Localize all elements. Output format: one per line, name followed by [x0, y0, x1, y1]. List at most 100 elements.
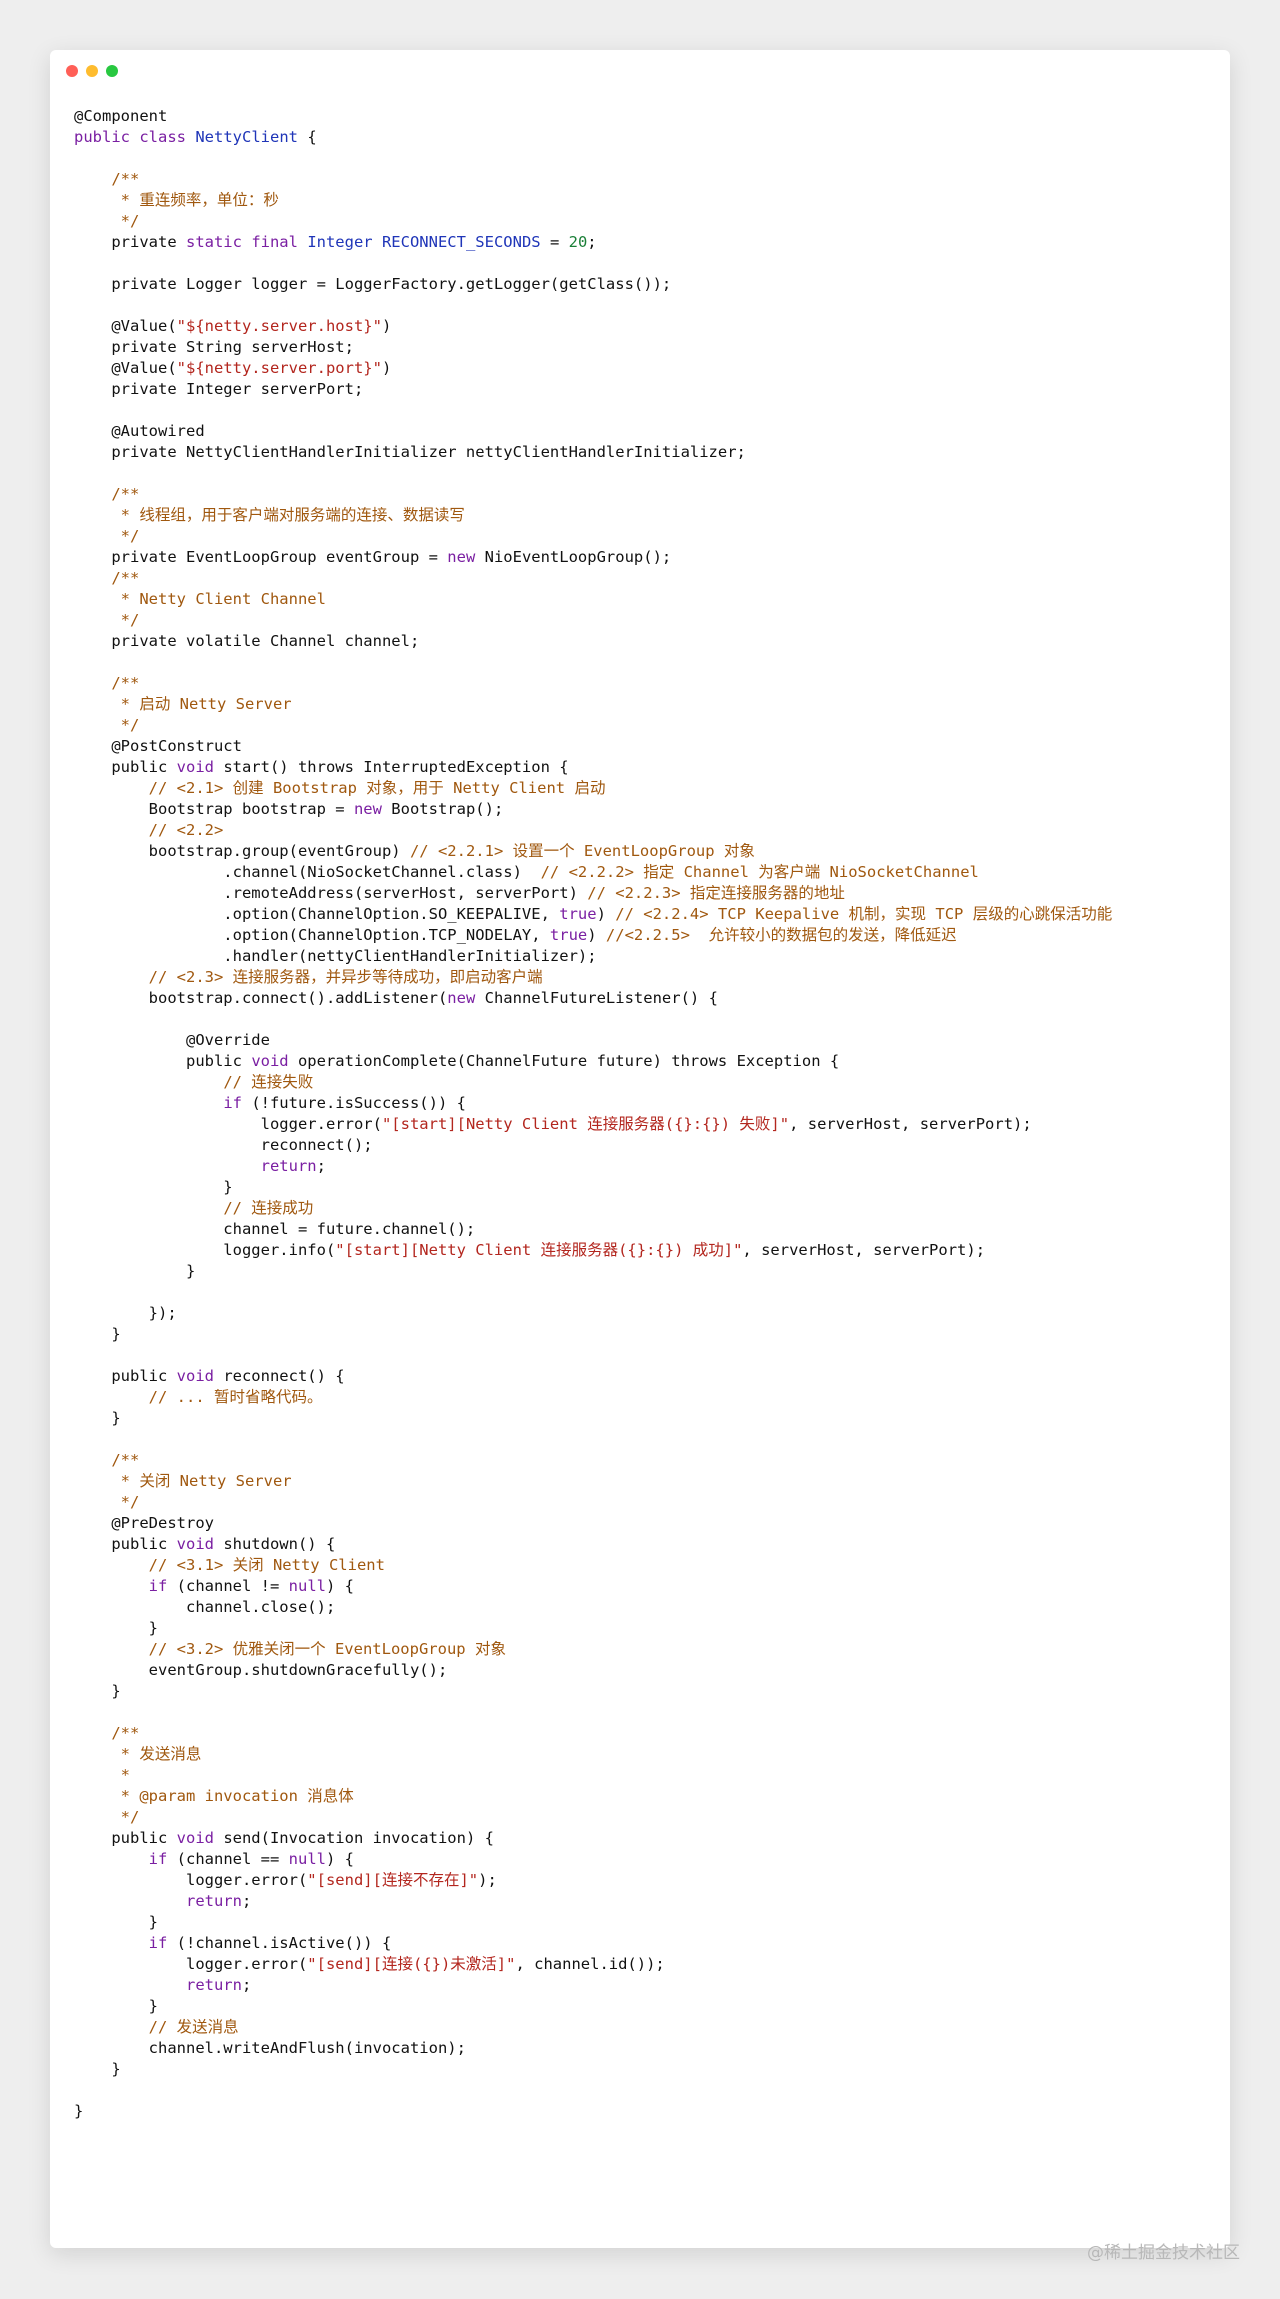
code-line: logger.error("[start][Netty Client 连接服务器… — [74, 1114, 1206, 1135]
code-token: @Value( — [74, 317, 177, 335]
code-token: ; — [241, 1892, 252, 1910]
code-token: return — [185, 1976, 242, 1994]
code-token: 20 — [568, 233, 588, 251]
code-line: } — [74, 1177, 1206, 1198]
code-line: // <2.2> — [74, 820, 1206, 841]
code-token: if — [148, 1850, 168, 1868]
code-token: @PreDestroy — [74, 1514, 214, 1532]
code-line: .option(ChannelOption.SO_KEEPALIVE, true… — [74, 904, 1206, 925]
code-token: (channel == — [167, 1850, 289, 1868]
code-token: public — [74, 128, 140, 146]
code-line: } — [74, 1324, 1206, 1345]
code-line: }); — [74, 1303, 1206, 1324]
code-line: } — [74, 1618, 1206, 1639]
code-token: NettyClient — [195, 128, 298, 146]
code-line: */ — [74, 1492, 1206, 1513]
code-token: } — [74, 1619, 158, 1637]
code-token: Bootstrap(); — [381, 800, 504, 818]
code-token: ; — [316, 1157, 326, 1175]
code-line: * Netty Client Channel — [74, 589, 1206, 610]
minimize-window-icon[interactable] — [86, 65, 98, 77]
code-token: return — [185, 1892, 242, 1910]
code-token: ; — [587, 233, 597, 251]
code-token: @PostConstruct — [74, 737, 242, 755]
code-token: null — [288, 1577, 326, 1595]
code-token: "${netty.server.host}" — [176, 317, 382, 335]
code-token: * 关闭 Netty Server — [74, 1472, 292, 1490]
code-token: //<2.2.5> 允许较小的数据包的发送，降低延迟 — [605, 926, 957, 944]
code-token: public — [74, 758, 177, 776]
code-token: // 发送消息 — [148, 2018, 239, 2036]
code-token: new — [353, 800, 382, 818]
code-token: // 连接失败 — [223, 1073, 314, 1091]
code-token: // ... 暂时省略代码。 — [148, 1388, 323, 1406]
code-line: */ — [74, 526, 1206, 547]
code-line: // 连接成功 — [74, 1198, 1206, 1219]
code-line: .remoteAddress(serverHost, serverPort) /… — [74, 883, 1206, 904]
code-line: private Integer serverPort; — [74, 379, 1206, 400]
code-token: logger.error( — [74, 1955, 308, 1973]
code-line: .option(ChannelOption.TCP_NODELAY, true)… — [74, 925, 1206, 946]
code-token: // <2.3> 连接服务器，并异步等待成功，即启动客户端 — [148, 968, 543, 986]
code-token: logger.error( — [74, 1115, 382, 1133]
code-line: logger.info("[start][Netty Client 连接服务器(… — [74, 1240, 1206, 1261]
code-line: } — [74, 1681, 1206, 1702]
zoom-window-icon[interactable] — [106, 65, 118, 77]
code-line: eventGroup.shutdownGracefully(); — [74, 1660, 1206, 1681]
code-token: reconnect(); — [74, 1136, 373, 1154]
code-token: .channel(NioSocketChannel.class) — [74, 863, 541, 881]
code-line: if (channel != null) { — [74, 1576, 1206, 1597]
code-line: * 发送消息 — [74, 1744, 1206, 1765]
code-token: */ — [74, 611, 140, 629]
code-token: * Netty Client Channel — [74, 590, 326, 608]
code-line: * — [74, 1765, 1206, 1786]
code-token: @Autowired — [74, 422, 205, 440]
close-window-icon[interactable] — [66, 65, 78, 77]
code-line: /** — [74, 169, 1206, 190]
code-line: public void start() throws InterruptedEx… — [74, 757, 1206, 778]
code-token: private Logger logger = LoggerFactory.ge… — [74, 275, 672, 293]
code-token: .handler(nettyClientHandlerInitializer); — [74, 947, 597, 965]
code-line: * 线程组，用于客户端对服务端的连接、数据读写 — [74, 505, 1206, 526]
code-line: @Autowired — [74, 421, 1206, 442]
code-token: .option(ChannelOption.SO_KEEPALIVE, — [74, 905, 560, 923]
code-token: class — [139, 128, 196, 146]
code-token: , channel.id()); — [515, 1955, 665, 1973]
code-token: ); — [478, 1871, 497, 1889]
code-line: reconnect(); — [74, 1135, 1206, 1156]
code-token: ChannelFutureListener() { — [475, 989, 718, 1007]
code-line: * @param invocation 消息体 — [74, 1786, 1206, 1807]
code-line: channel.writeAndFlush(invocation); — [74, 2038, 1206, 2059]
code-token: // <3.1> 关闭 Netty Client — [148, 1556, 385, 1574]
code-token: private volatile Channel channel; — [74, 632, 420, 650]
code-token: * 启动 Netty Server — [74, 695, 292, 713]
code-token: } — [74, 1682, 121, 1700]
code-line: if (!future.isSuccess()) { — [74, 1093, 1206, 1114]
code-line: private EventLoopGroup eventGroup = new … — [74, 547, 1206, 568]
code-token: public — [74, 1052, 252, 1070]
code-line: if (channel == null) { — [74, 1849, 1206, 1870]
code-token: (!channel.isActive()) { — [167, 1934, 392, 1952]
code-line: // 连接失败 — [74, 1072, 1206, 1093]
code-line: } — [74, 1996, 1206, 2017]
code-token: ) — [596, 905, 616, 923]
code-line: private String serverHost; — [74, 337, 1206, 358]
code-token: * 重连频率，单位：秒 — [74, 191, 279, 209]
code-token: /** — [111, 569, 140, 587]
code-token: "[start][Netty Client 连接服务器({}:{}) 失败]" — [381, 1115, 790, 1133]
code-token: */ — [74, 212, 140, 230]
code-token: // <2.2.1> 设置一个 EventLoopGroup 对象 — [409, 842, 755, 860]
code-line: // 发送消息 — [74, 2017, 1206, 2038]
code-line: // ... 暂时省略代码。 — [74, 1387, 1206, 1408]
